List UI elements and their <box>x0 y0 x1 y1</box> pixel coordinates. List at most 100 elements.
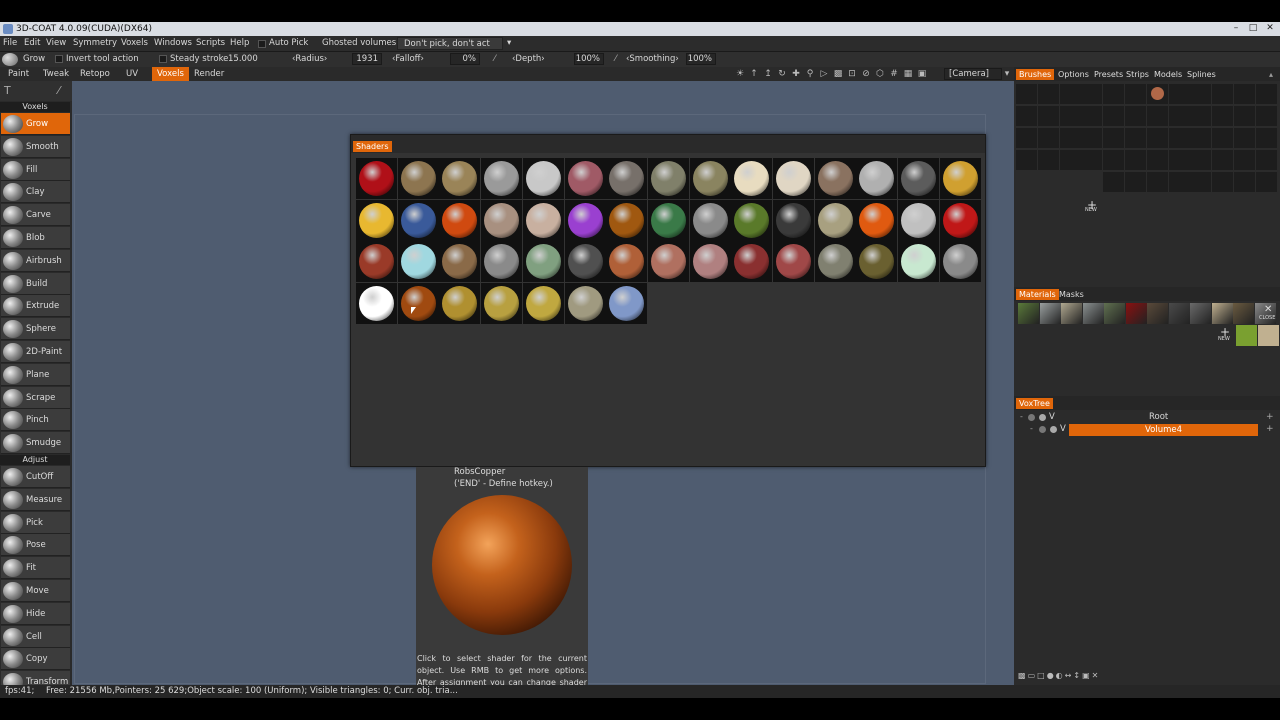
add-icon[interactable]: + <box>1266 412 1274 422</box>
shader-swatch[interactable] <box>689 158 731 199</box>
voxtree-name[interactable]: Root <box>1149 412 1168 422</box>
ghosted-volumes-dropdown[interactable]: Don't pick, don't act <box>397 37 503 50</box>
shader-swatch[interactable] <box>522 199 564 241</box>
voxtree-vis[interactable]: V <box>1049 412 1055 422</box>
room-tab-uv[interactable]: UV <box>121 67 143 81</box>
tool-measure[interactable]: Measure <box>1 488 70 511</box>
shader-swatch[interactable] <box>647 241 689 283</box>
brush-alpha[interactable] <box>1234 84 1255 104</box>
brush-alpha[interactable] <box>1081 84 1103 104</box>
shader-swatch[interactable] <box>773 241 814 283</box>
shader-swatch[interactable] <box>731 199 773 241</box>
flip-icon[interactable]: ↕ <box>1073 671 1082 680</box>
shader-swatch[interactable] <box>856 199 898 241</box>
shader-swatch[interactable] <box>564 283 606 325</box>
shader-swatch[interactable] <box>481 241 523 283</box>
invert-checkbox[interactable] <box>55 55 63 63</box>
grid-icon[interactable]: # <box>889 69 899 79</box>
tab-masks[interactable]: Masks <box>1056 289 1087 300</box>
brush-alpha[interactable] <box>1016 128 1037 148</box>
chevron-down-icon[interactable]: ▾ <box>1002 69 1012 79</box>
light-icon[interactable]: ↑ <box>749 69 759 79</box>
minimize-icon[interactable]: – <box>1228 23 1244 35</box>
shader-swatch[interactable] <box>439 199 481 241</box>
add-icon[interactable]: + <box>1266 424 1274 434</box>
brush-alpha[interactable] <box>1212 128 1234 148</box>
falloff-value[interactable]: 0% <box>450 53 480 65</box>
depth-value[interactable]: 100% <box>574 53 604 65</box>
brush-alpha[interactable] <box>1146 84 1168 104</box>
tab-voxtree[interactable]: VoxTree <box>1016 398 1053 409</box>
tool-pinch[interactable]: Pinch <box>1 409 70 432</box>
tool-carve[interactable]: Carve <box>1 204 70 227</box>
shader-swatch[interactable] <box>689 241 731 283</box>
auto-pick-checkbox[interactable] <box>258 40 266 48</box>
tool-scrape[interactable]: Scrape <box>1 386 70 409</box>
maximize-icon[interactable]: □ <box>1245 23 1261 35</box>
brush-alpha[interactable] <box>1190 172 1212 192</box>
tool-move[interactable]: Move <box>1 580 70 602</box>
brush-alpha[interactable] <box>1059 150 1081 170</box>
voxtree-vis[interactable]: V <box>1060 424 1066 434</box>
camera-dropdown[interactable]: [Camera] <box>944 68 1002 80</box>
material-close-label[interactable]: CLOSE <box>1259 315 1275 321</box>
shader-swatch[interactable] <box>481 158 523 199</box>
rotate-icon[interactable]: ↻ <box>777 69 787 79</box>
tool-smudge[interactable]: Smudge <box>1 432 70 455</box>
shader-swatch[interactable] <box>356 241 397 283</box>
brush-alpha[interactable] <box>1103 84 1125 104</box>
voxtree-row-volume4[interactable]: - V Volume4 + <box>1014 424 1280 436</box>
brush-alpha[interactable] <box>1234 106 1255 126</box>
material-swatch[interactable] <box>1061 303 1082 324</box>
brush-alpha[interactable] <box>1234 172 1255 192</box>
brush-alpha[interactable] <box>1146 150 1168 170</box>
shader-swatch[interactable] <box>439 241 481 283</box>
brush-alpha[interactable] <box>1081 150 1103 170</box>
shader-swatch[interactable] <box>356 283 397 325</box>
tool-smooth[interactable]: Smooth <box>1 135 70 158</box>
screen-icon[interactable]: ▣ <box>917 69 927 79</box>
dot-icon[interactable]: ● <box>1047 671 1056 680</box>
brush-alpha[interactable] <box>1168 150 1190 170</box>
tool-fill[interactable]: Fill <box>1 158 70 181</box>
shader-swatch[interactable] <box>606 241 648 283</box>
brush-alpha[interactable] <box>1125 172 1146 192</box>
menu-file[interactable]: File <box>3 38 17 48</box>
menu-symmetry[interactable]: Symmetry <box>73 38 117 48</box>
menu-voxels[interactable]: Voxels <box>121 38 148 48</box>
shader-swatch[interactable] <box>439 283 481 325</box>
shader-swatch[interactable] <box>939 158 981 199</box>
brush-alpha[interactable] <box>1037 128 1059 148</box>
sun-icon[interactable]: ☀ <box>735 69 745 79</box>
brush-new-label[interactable]: NEW <box>1085 207 1097 213</box>
shader-swatch[interactable] <box>773 199 814 241</box>
shader-swatch[interactable] <box>773 158 814 199</box>
room-tab-tweak[interactable]: Tweak <box>38 67 74 81</box>
tool-extrude[interactable]: Extrude <box>1 295 70 318</box>
material-swatch[interactable] <box>1211 303 1233 324</box>
brush-alpha[interactable] <box>1103 150 1125 170</box>
menu-help[interactable]: Help <box>230 38 249 48</box>
frame-icon[interactable]: ▩ <box>833 69 843 79</box>
material-swatch[interactable] <box>1168 303 1190 324</box>
tab-splines[interactable]: Splines <box>1184 69 1219 80</box>
shader-swatch[interactable] <box>606 158 648 199</box>
eye-icon[interactable] <box>1028 414 1035 421</box>
brush-alpha[interactable] <box>1059 84 1081 104</box>
shader-swatch[interactable] <box>939 241 981 283</box>
brush-alpha[interactable] <box>1168 84 1190 104</box>
brush-alpha[interactable] <box>1125 150 1146 170</box>
tool-plane[interactable]: Plane <box>1 363 70 386</box>
menu-scripts[interactable]: Scripts <box>196 38 225 48</box>
brush-alpha[interactable] <box>1234 128 1255 148</box>
radius-value[interactable]: 1931 <box>352 53 382 65</box>
shader-swatch[interactable] <box>522 283 564 325</box>
shader-swatch[interactable] <box>356 158 397 199</box>
shader-swatch[interactable] <box>522 241 564 283</box>
tool-copy[interactable]: Copy <box>1 648 70 671</box>
material-swatch[interactable] <box>1039 303 1061 324</box>
voxtree-row-root[interactable]: - V Root + <box>1014 412 1280 424</box>
brush-alpha[interactable] <box>1037 84 1059 104</box>
brush-alpha[interactable] <box>1212 106 1234 126</box>
brush-alpha[interactable] <box>1255 84 1277 104</box>
